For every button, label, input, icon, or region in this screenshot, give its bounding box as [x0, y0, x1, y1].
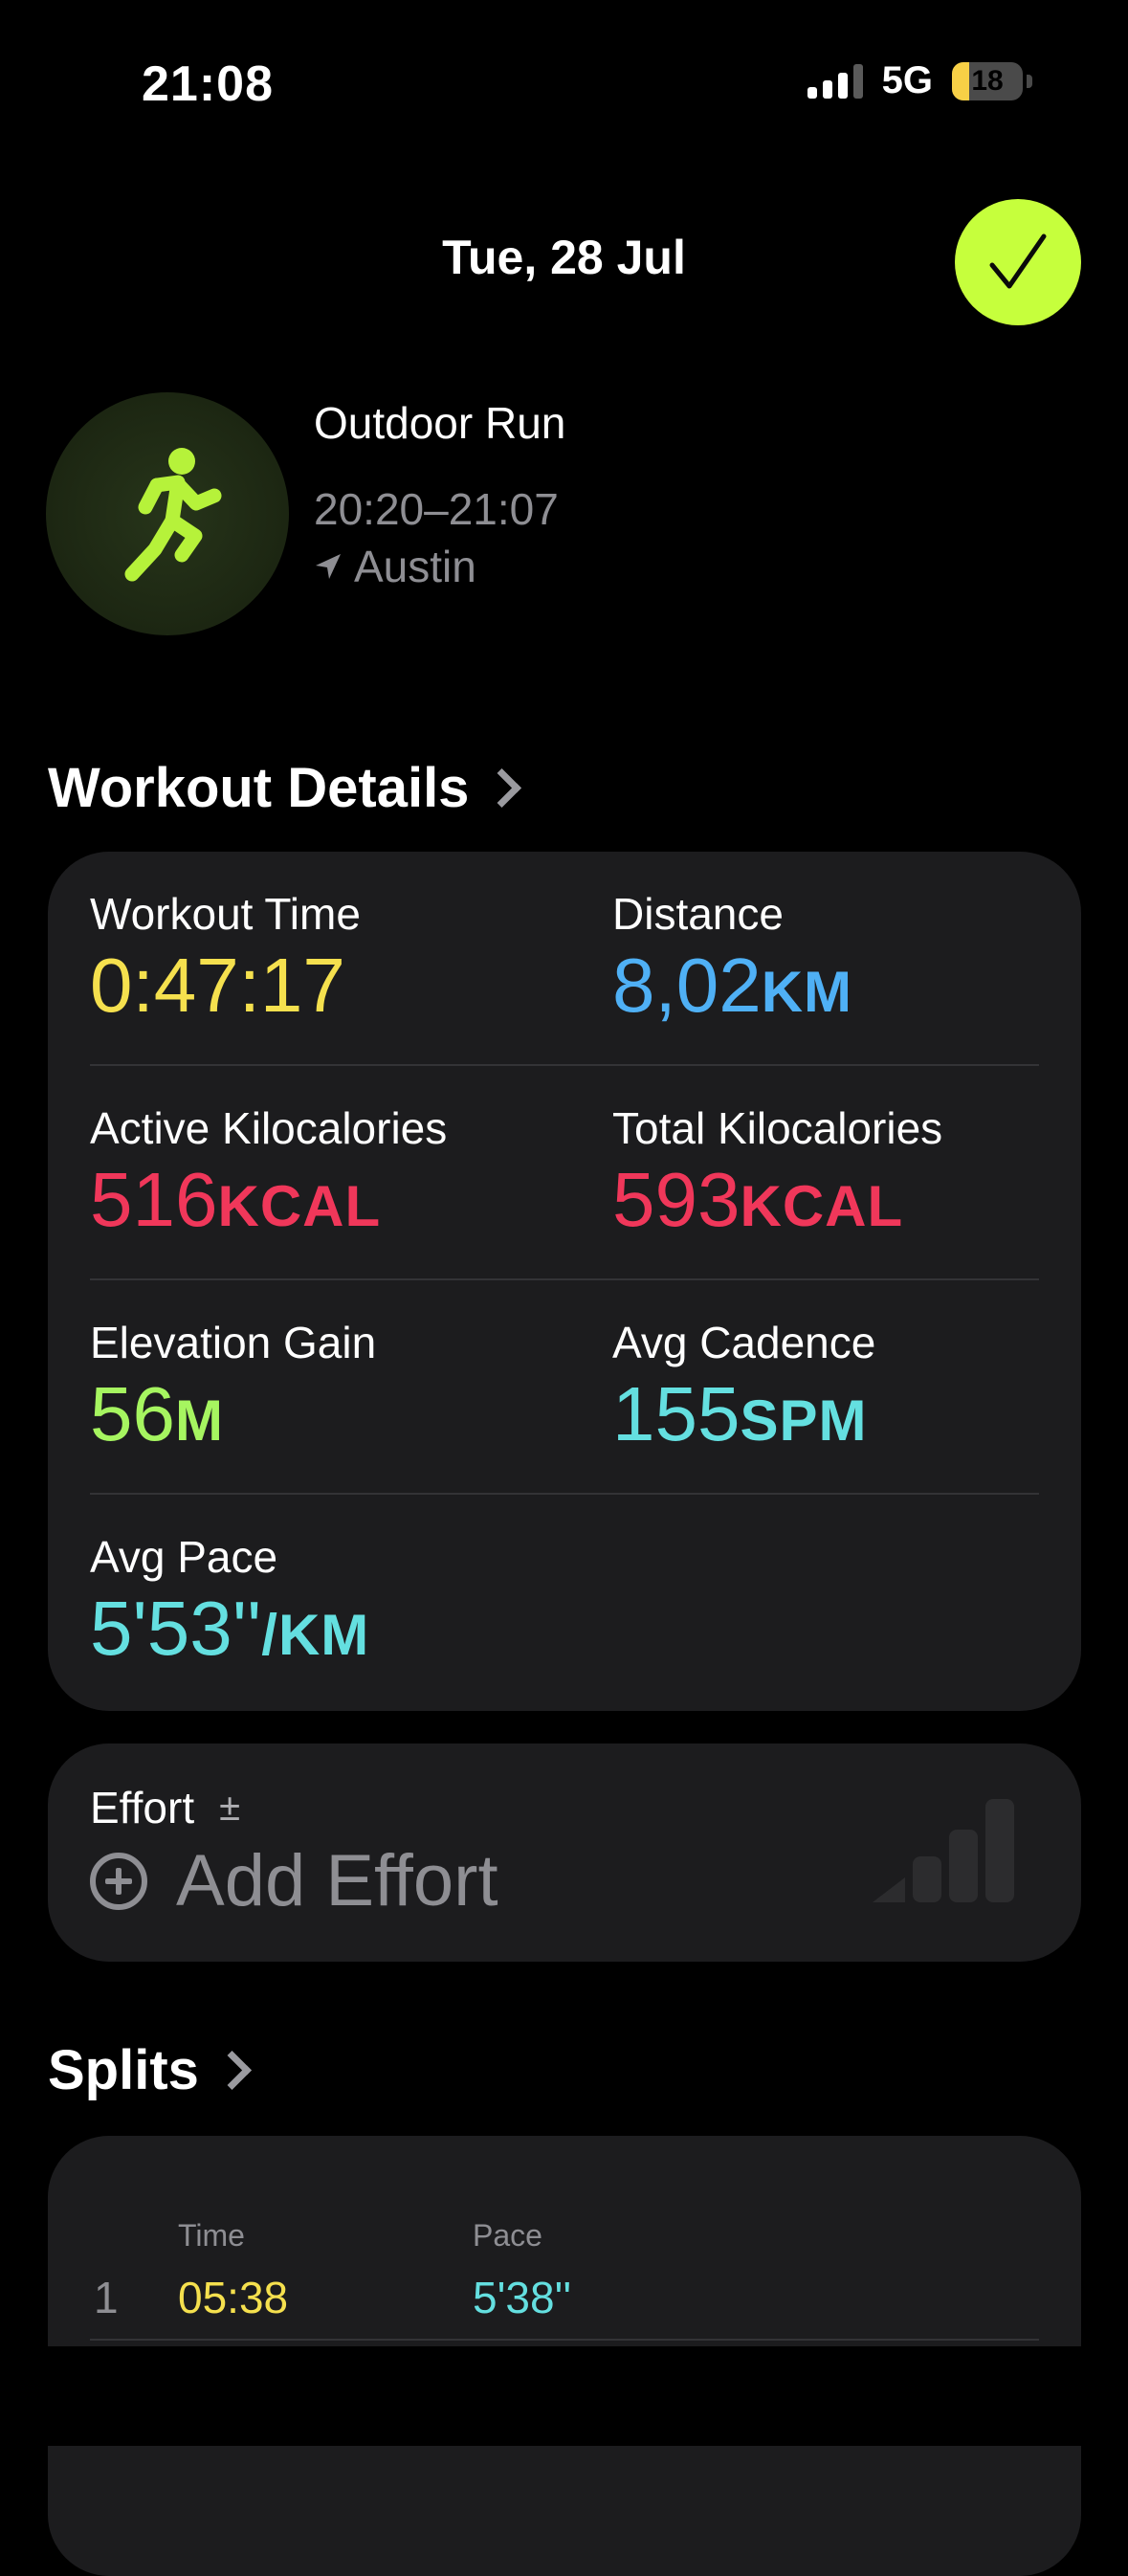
metric-avg-pace: Avg Pace 5'53''/KM [90, 1531, 369, 1673]
status-time: 21:08 [142, 56, 274, 112]
effort-level-icon [873, 1799, 1014, 1902]
effort-header: Effort ± [90, 1782, 240, 1833]
metric-workout-time: Workout Time 0:47:17 [90, 888, 361, 1030]
chevron-right-icon [211, 2050, 252, 2091]
metric-label: Distance [612, 889, 784, 939]
metric-value: 516KCAL [90, 1157, 382, 1242]
metric-elevation-gain: Elevation Gain 56M [90, 1317, 376, 1458]
battery-icon: 18 [952, 61, 1023, 100]
metric-value: 593KCAL [612, 1157, 904, 1242]
metric-value: 56M [90, 1371, 224, 1456]
metric-value: 155SPM [612, 1371, 868, 1456]
workout-name: Outdoor Run [314, 398, 566, 448]
metric-label: Avg Pace [90, 1532, 278, 1582]
divider [90, 1493, 1039, 1495]
metric-value: 5'53''/KM [90, 1586, 370, 1671]
metric-label: Avg Cadence [612, 1318, 876, 1367]
metric-value: 8,02KM [612, 943, 853, 1028]
workout-location: Austin [314, 541, 476, 592]
split-time: 05:38 [178, 2273, 289, 2322]
metric-label: Active Kilocalories [90, 1103, 448, 1153]
effort-label: Effort [90, 1783, 195, 1832]
split-pace: 5'38'' [473, 2273, 572, 2322]
metric-distance: Distance 8,02KM [612, 888, 852, 1030]
location-arrow-icon [316, 554, 341, 579]
chevron-right-icon [482, 767, 522, 809]
metric-label: Workout Time [90, 889, 361, 939]
network-type: 5G [881, 59, 933, 101]
done-button[interactable] [955, 199, 1081, 325]
metric-total-kilocalories: Total Kilocalories 593KCAL [612, 1102, 942, 1244]
effort-card[interactable]: Effort ± Add Effort [48, 1743, 1081, 1962]
workout-type-badge [46, 392, 289, 635]
workout-time-range: 20:20–21:07 [314, 484, 559, 534]
bottom-fade [0, 2346, 1128, 2446]
cellular-signal-icon [807, 63, 863, 99]
plus-minus-icon: ± [219, 1786, 241, 1829]
metric-label: Total Kilocalories [612, 1103, 943, 1153]
divider [90, 2339, 1039, 2341]
workout-details-title: Workout Details [48, 757, 470, 819]
split-column-pace: Pace [473, 2218, 542, 2253]
splits-title: Splits [48, 2039, 199, 2101]
split-index: 1 [94, 2273, 119, 2322]
battery-tip [1027, 74, 1032, 88]
metric-avg-cadence: Avg Cadence 155SPM [612, 1317, 875, 1458]
divider [90, 1278, 1039, 1280]
add-effort-label: Add Effort [176, 1840, 498, 1921]
metric-active-kilocalories: Active Kilocalories 516KCAL [90, 1102, 447, 1244]
workout-details-card: Workout Time 0:47:17 Distance 8,02KM Act… [48, 852, 1081, 1711]
add-effort-button[interactable]: Add Effort [90, 1839, 498, 1922]
metric-value: 0:47:17 [90, 943, 345, 1028]
divider [90, 1064, 1039, 1066]
add-circle-icon [90, 1852, 147, 1910]
status-indicators: 5G 18 [807, 59, 1032, 102]
running-figure-icon [124, 448, 222, 582]
location-label: Austin [354, 542, 476, 591]
checkmark-icon [989, 233, 1047, 289]
splits-header[interactable]: Splits [48, 2038, 252, 2102]
workout-details-header[interactable]: Workout Details [48, 756, 522, 820]
metric-label: Elevation Gain [90, 1318, 377, 1367]
split-column-time: Time [178, 2218, 245, 2253]
battery-level: 18 [971, 64, 1004, 97]
